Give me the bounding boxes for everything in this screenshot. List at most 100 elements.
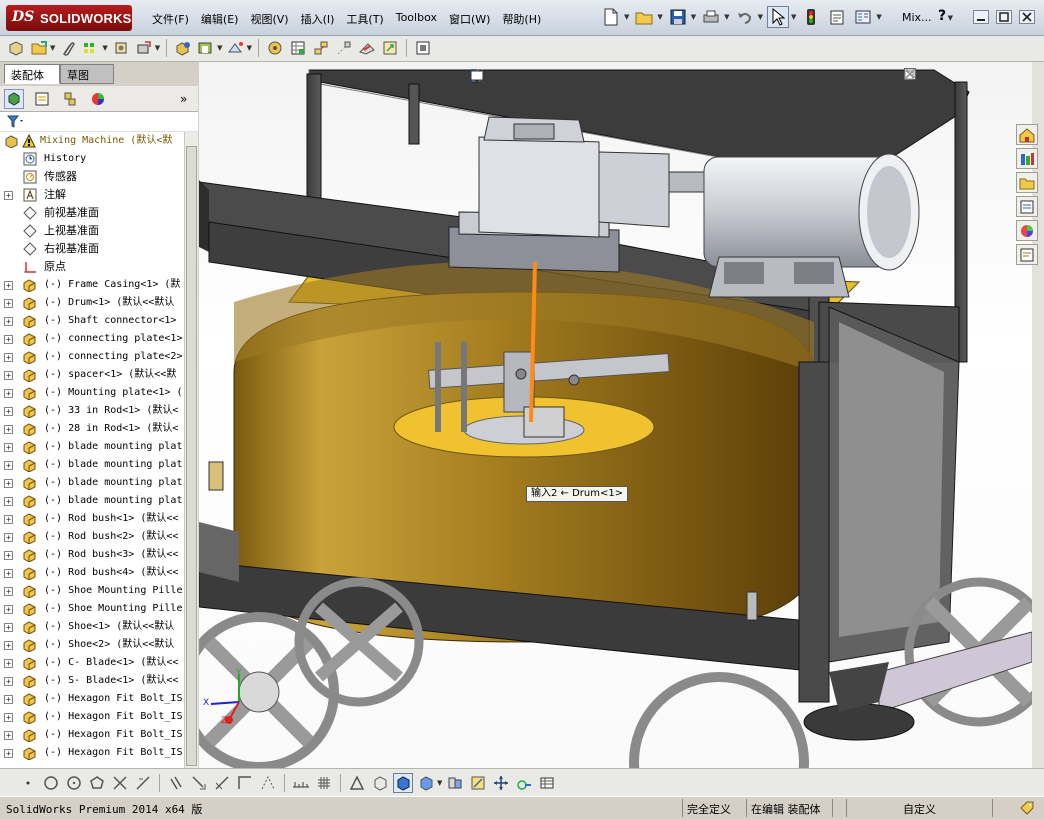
tree-item[interactable]: + (-) spacer<1> (默认<<默 bbox=[0, 366, 184, 384]
tab-assembly[interactable]: 装配体 bbox=[4, 64, 60, 84]
cube-outline-tool[interactable] bbox=[370, 773, 390, 793]
convert-entities-tool[interactable] bbox=[212, 773, 232, 793]
view-settings-button[interactable] bbox=[470, 68, 703, 86]
trim-tool[interactable] bbox=[110, 773, 130, 793]
tree-item[interactable]: + (-) connecting plate<2> bbox=[0, 348, 184, 366]
apply-scene-button[interactable] bbox=[471, 68, 679, 86]
status-tags[interactable] bbox=[992, 799, 1044, 817]
expand-toggle[interactable]: + bbox=[4, 569, 13, 578]
options-dropdown-arrow[interactable]: ▼ bbox=[876, 13, 881, 21]
show-hidden-button[interactable] bbox=[173, 38, 193, 58]
expand-toggle[interactable]: + bbox=[4, 497, 13, 506]
explode-line-sketch-button[interactable] bbox=[334, 38, 354, 58]
tree-item[interactable]: + (-) Shoe<1> (默认<<默认 bbox=[0, 618, 184, 636]
next-page-button[interactable] bbox=[904, 68, 950, 88]
view-orientation-button[interactable] bbox=[471, 68, 583, 86]
expand-toggle[interactable]: + bbox=[4, 695, 13, 704]
insert-component-dropdown[interactable]: ▼ bbox=[50, 44, 55, 52]
move-tool[interactable] bbox=[491, 773, 511, 793]
tree-item[interactable]: + (-) blade mounting plat bbox=[0, 438, 184, 456]
move-dropdown[interactable]: ▼ bbox=[155, 44, 160, 52]
pattern-dropdown[interactable]: ▼ bbox=[102, 44, 107, 52]
edit-component-button[interactable] bbox=[6, 38, 26, 58]
help-button[interactable]: ? ▼ bbox=[938, 8, 962, 28]
expand-toggle[interactable]: + bbox=[4, 623, 13, 632]
expand-toggle[interactable]: + bbox=[4, 587, 13, 596]
expand-toggle[interactable]: + bbox=[4, 605, 13, 614]
large-assembly-mode-button[interactable] bbox=[413, 38, 433, 58]
menu-window[interactable]: 窗口(W) bbox=[443, 9, 496, 29]
tree-item[interactable]: + (-) Hexagon Fit Bolt_IS bbox=[0, 744, 184, 762]
minimize-button[interactable] bbox=[973, 10, 989, 24]
expand-toggle[interactable]: + bbox=[4, 443, 13, 452]
line-tool[interactable] bbox=[133, 773, 153, 793]
tree-filter[interactable] bbox=[0, 112, 198, 132]
expand-toggle[interactable]: + bbox=[4, 191, 13, 200]
section-view-button[interactable] bbox=[470, 68, 559, 86]
interference-detection-button[interactable] bbox=[357, 38, 377, 58]
mate-button[interactable] bbox=[58, 38, 78, 58]
viewport-minimize-button[interactable] bbox=[906, 68, 976, 88]
expand-toggle[interactable]: + bbox=[4, 407, 13, 416]
new-dropdown-arrow[interactable]: ▼ bbox=[624, 13, 629, 21]
menu-edit[interactable]: 编辑(E) bbox=[195, 9, 245, 29]
help-dropdown-arrow[interactable]: ▼ bbox=[948, 14, 953, 22]
undo-button[interactable] bbox=[734, 6, 756, 28]
menu-tools[interactable]: 工具(T) bbox=[340, 9, 389, 29]
menu-help[interactable]: 帮助(H) bbox=[496, 9, 547, 29]
table-tool[interactable] bbox=[537, 773, 557, 793]
expand-toggle[interactable]: + bbox=[4, 389, 13, 398]
close-button[interactable] bbox=[1019, 10, 1035, 24]
tree-item[interactable]: + (-) Hexagon Fit Bolt_IS bbox=[0, 726, 184, 744]
tree-item[interactable]: 传感器 bbox=[0, 168, 184, 186]
expand-toggle[interactable]: + bbox=[4, 551, 13, 560]
expand-toggle[interactable]: + bbox=[4, 515, 13, 524]
edit-appearance-button[interactable] bbox=[471, 68, 655, 86]
configuration-manager-tab[interactable] bbox=[60, 89, 80, 109]
smart-fasteners-button[interactable] bbox=[111, 38, 131, 58]
tree-item[interactable]: + (-) Mounting plate<1> ( bbox=[0, 384, 184, 402]
graphics-viewport[interactable]: Y X Z 输入2 ← Drum<1> bbox=[199, 62, 1032, 768]
expand-toggle[interactable]: + bbox=[4, 281, 13, 290]
expand-tabs-chevron-icon[interactable]: » bbox=[180, 92, 187, 106]
viewport-restore-button[interactable] bbox=[904, 68, 1002, 88]
tree-item[interactable]: + (-) Frame Casing<1> (默 bbox=[0, 276, 184, 294]
tree-scrollbar-thumb[interactable] bbox=[186, 146, 197, 766]
perspective-tool[interactable] bbox=[445, 773, 465, 793]
print-button[interactable] bbox=[700, 6, 722, 28]
expand-toggle[interactable]: + bbox=[4, 461, 13, 470]
tree-item[interactable]: 前视基准面 bbox=[0, 204, 184, 222]
tree-item[interactable]: + (-) S- Blade<1> (默认<< bbox=[0, 672, 184, 690]
ellipse-tool[interactable] bbox=[64, 773, 84, 793]
open-button[interactable] bbox=[633, 6, 655, 28]
menu-toolbox[interactable]: Toolbox bbox=[390, 9, 443, 29]
file-explorer-tab[interactable] bbox=[1016, 172, 1038, 193]
viewport-close-button[interactable] bbox=[905, 68, 1028, 88]
exploded-view-button[interactable] bbox=[311, 38, 331, 58]
new-motion-study-button[interactable] bbox=[265, 38, 285, 58]
measure-tool[interactable] bbox=[514, 773, 534, 793]
shaded-with-edges-tool[interactable] bbox=[393, 773, 413, 793]
insert-component-button[interactable] bbox=[29, 38, 49, 58]
tree-item[interactable]: + (-) Shaft connector<1> bbox=[0, 312, 184, 330]
menu-insert[interactable]: 插入(I) bbox=[295, 9, 341, 29]
tree-item[interactable]: + (-) Shoe Mounting Pille bbox=[0, 582, 184, 600]
tree-item[interactable]: + (-) Rod bush<4> (默认<< bbox=[0, 564, 184, 582]
expand-toggle[interactable]: + bbox=[4, 533, 13, 542]
tree-item[interactable]: + (-) Rod bush<3> (默认<< bbox=[0, 546, 184, 564]
restore-button[interactable] bbox=[996, 10, 1012, 24]
expand-toggle[interactable]: + bbox=[4, 731, 13, 740]
move-component-button[interactable] bbox=[134, 38, 154, 58]
menu-view[interactable]: 视图(V) bbox=[244, 9, 294, 29]
shaded-tool[interactable] bbox=[416, 773, 436, 793]
section-tool[interactable] bbox=[468, 773, 488, 793]
previous-view-button[interactable] bbox=[470, 68, 535, 86]
display-dropdown[interactable]: ▼ bbox=[437, 779, 442, 787]
print-dropdown-arrow[interactable]: ▼ bbox=[724, 13, 729, 21]
mirror-tool[interactable] bbox=[258, 773, 278, 793]
tree-item[interactable]: + (-) Hexagon Fit Bolt_IS bbox=[0, 690, 184, 708]
tree-item[interactable]: + (-) connecting plate<1> bbox=[0, 330, 184, 348]
circle-tool[interactable] bbox=[41, 773, 61, 793]
tab-sketch[interactable]: 草图 bbox=[60, 64, 114, 84]
zoom-area-button[interactable] bbox=[470, 68, 511, 86]
